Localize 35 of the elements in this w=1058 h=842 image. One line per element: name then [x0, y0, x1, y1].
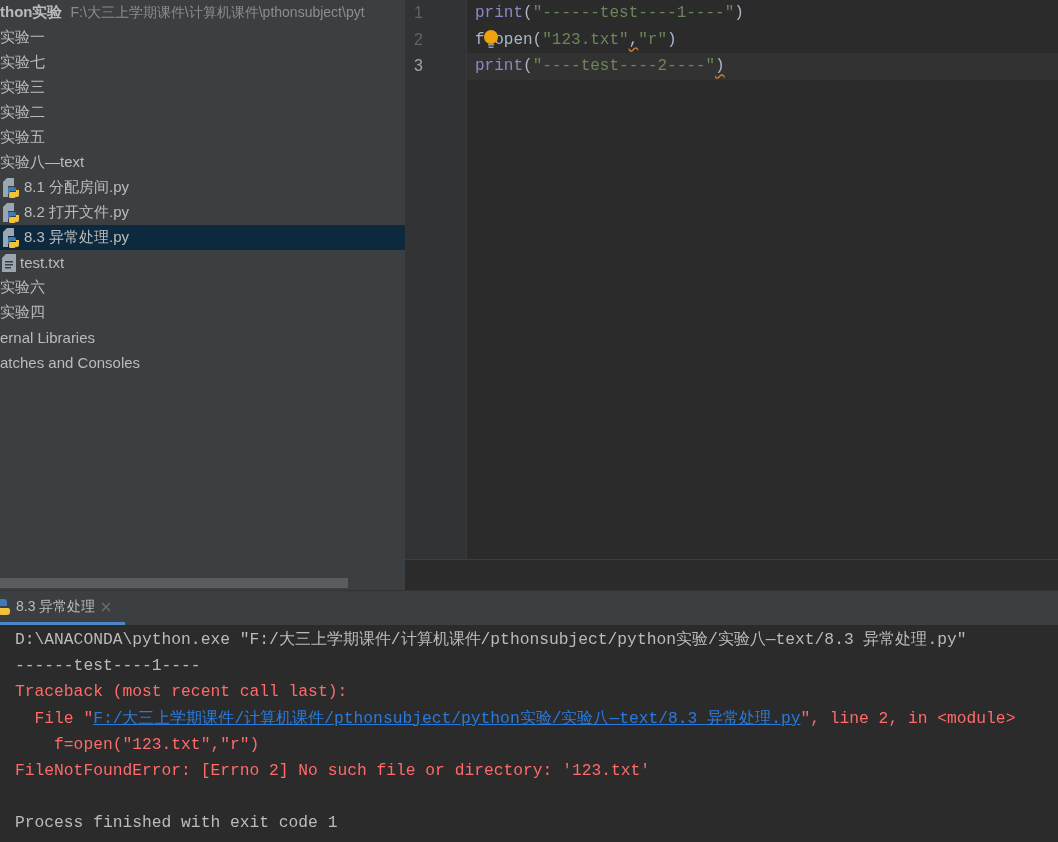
tree-item[interactable]: atches and Consoles [0, 350, 141, 375]
console-line: Process finished with exit code 1 [15, 812, 339, 835]
tree-item[interactable]: 实验四 [0, 300, 45, 325]
horizontal-scrollbar[interactable] [0, 578, 348, 588]
tree-item[interactable]: 实验八—text [0, 150, 85, 175]
tree-item[interactable]: 8.1 分配房间.py [0, 175, 130, 200]
console-line: ------test----1---- [15, 655, 202, 678]
tree-item[interactable]: 实验二 [0, 100, 45, 125]
lightbulb-icon [483, 29, 498, 49]
tree-item[interactable]: 实验三 [0, 75, 45, 100]
tree-item[interactable]: ernal Libraries [0, 325, 96, 350]
console-line: D:\ANACONDA\python.exe "F:/大三上学期课件/计算机课件/pthonsubject/python实验/实验八—text/8.3 异常处理.py" [15, 629, 968, 651]
console-line: File "F:/大三上学期课件/计算机课件/pthonsubject/python实验/实验八—text/8.3 异常处理.py", line 2, in <module> [33, 707, 1017, 730]
line-number: 3 [413, 56, 424, 77]
code-line: print("------test----1----") [475, 4, 744, 23]
python-icon [0, 598, 10, 615]
console-line: Traceback (most recent call last): [15, 681, 349, 704]
run-tab[interactable]: 8.3 异常处理 [0, 591, 126, 625]
tree-item[interactable]: 8.2 打开文件.py [0, 200, 130, 225]
tree-item[interactable]: 实验七 [0, 50, 45, 75]
close-icon [101, 601, 112, 612]
tree-item[interactable]: 实验五 [0, 125, 45, 150]
console-line: FileNotFoundError: [Errno 2] No such file or directory: '123.txt' [15, 759, 652, 782]
tree-item[interactable]: 实验六 [0, 275, 45, 300]
code-line: print("----test----2----") [475, 57, 725, 76]
tree-item[interactable]: test.txt [0, 250, 65, 275]
project-name[interactable]: thon实验 [0, 3, 63, 22]
python-file-icon [2, 202, 20, 223]
python-file-icon [2, 177, 20, 198]
file-link[interactable]: F:/大三上学期课件/计算机课件/pthonsubject/python实验/实验八—text/8.3 异常处理.py [93, 708, 801, 728]
project-path: F:\大三上学期课件\计算机课件\pthonsubject\pyt [70, 3, 365, 22]
console-line: f=open("123.txt","r") [53, 733, 261, 756]
python-file-icon [2, 227, 20, 248]
tree-item[interactable]: 实验一 [0, 25, 45, 50]
code-line: f [475, 30, 485, 49]
